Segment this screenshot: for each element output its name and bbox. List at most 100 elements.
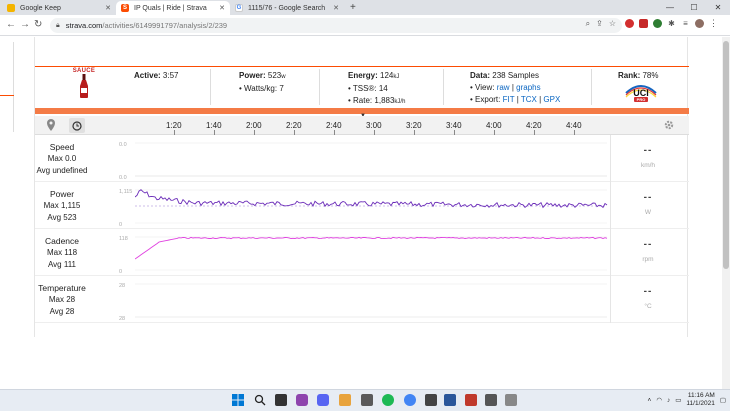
row-avg: Avg 111 [47, 260, 77, 269]
cadence-line [134, 236, 608, 260]
view-graphs-link[interactable]: graphs [516, 83, 540, 92]
wifi-icon[interactable]: ◠ [656, 396, 662, 404]
app-icon[interactable] [425, 394, 437, 406]
tab-google-search[interactable]: G 1115/76 - Google Search ✕ [230, 1, 344, 15]
clock-icon[interactable] [69, 118, 85, 133]
word-icon[interactable] [444, 394, 456, 406]
task-view-icon[interactable] [275, 394, 287, 406]
export-tcx-link[interactable]: TCX [521, 95, 537, 104]
rank-badge[interactable]: UCI PRO [623, 81, 659, 105]
strava-icon: S [121, 4, 129, 12]
windows-start-icon[interactable] [232, 394, 244, 406]
kebab-menu-icon[interactable]: ⋮ [709, 18, 718, 28]
chrome-icon[interactable] [404, 394, 416, 406]
power-line [134, 189, 608, 209]
tab-close-icon[interactable]: ✕ [333, 4, 339, 12]
back-arrow-icon[interactable]: ← [6, 19, 16, 30]
active-stat: Active: 3:57 [134, 70, 179, 106]
windows-taskbar: ˄ ◠ ♪ ▭ 11:16 AM 11/1/2021 ▢ [0, 389, 730, 411]
url-field[interactable]: 🔒︎ strava.com/activities/6149991797/anal… [50, 18, 622, 33]
metrics-graph[interactable] [134, 135, 611, 323]
power-unit: w [281, 74, 286, 80]
tab-title: Google Keep [20, 4, 61, 12]
acrobat-icon[interactable] [465, 394, 477, 406]
timeline-tick-label: 3:00 [366, 121, 382, 130]
uci-logo-sub: PRO [637, 97, 646, 102]
stats-header: SAUCE Active: 3:57 Power: 523w • Watts/k… [35, 67, 689, 108]
timeline-axis: 1:20 1:40 2:00 2:20 2:40 3:00 3:20 3:40 4:00 4:20… [35, 116, 689, 135]
current-value: -- W [613, 192, 683, 216]
close-window-button[interactable]: ✕ [706, 0, 730, 15]
tab-title: 1115/76 - Google Search [248, 4, 326, 12]
timeline-tick-label: 2:20 [286, 121, 302, 130]
tab-close-icon[interactable]: ✕ [105, 4, 111, 12]
tab-google-keep[interactable]: Google Keep ✕ [2, 1, 116, 15]
tab-strava[interactable]: S IP Quals | Ride | Strava ✕ [116, 1, 230, 15]
extension-adblock-icon[interactable] [639, 19, 648, 28]
app-icon[interactable] [361, 394, 373, 406]
page-scrollbar[interactable] [722, 37, 730, 389]
timeline-tick-label: 2:40 [326, 121, 342, 130]
sauce-logo[interactable]: SAUCE [69, 68, 99, 106]
axis-bottom: 0 [119, 222, 123, 228]
view-raw-link[interactable]: raw [497, 83, 510, 92]
avatar[interactable] [695, 19, 704, 28]
extension-red-icon[interactable] [625, 19, 634, 28]
export-fit-link[interactable]: FIT [503, 95, 515, 104]
teams-icon[interactable] [296, 394, 308, 406]
timeline-tick-label: 3:40 [446, 121, 462, 130]
search-icon[interactable] [254, 394, 266, 406]
value-dash: -- [643, 286, 653, 297]
forward-arrow-icon[interactable]: → [20, 19, 30, 30]
new-tab-button[interactable]: + [350, 2, 356, 13]
extensions-bar: ✱ ≡ ⋮ [625, 18, 718, 28]
rate-value: 1,883 [374, 96, 395, 105]
rank-label: Rank: [618, 71, 641, 80]
file-explorer-icon[interactable] [339, 394, 351, 406]
battery-icon[interactable]: ▭ [675, 396, 681, 404]
axis-top: 1,115 [119, 189, 133, 195]
power-value: 523 [267, 71, 282, 80]
energy-value: 124 [380, 71, 394, 80]
clock[interactable]: 11:16 AM 11/1/2021 [686, 392, 714, 408]
puzzle-icon[interactable]: ✱ [667, 19, 676, 28]
extension-green-icon[interactable] [653, 19, 662, 28]
row-max: Max 0.0 [47, 154, 77, 163]
notifications-icon[interactable]: ▢ [720, 396, 726, 404]
app-icon[interactable] [485, 394, 497, 406]
zoom-icon[interactable]: ⌕ [586, 19, 590, 29]
graph-area[interactable] [134, 135, 611, 323]
tss-value: 14 [378, 84, 388, 93]
scrollbar-thumb[interactable] [723, 41, 729, 269]
wkg-value: 7 [279, 84, 284, 93]
axis-bottom: 0 [119, 269, 123, 275]
active-value: 3:57 [162, 71, 179, 80]
row-name: Cadence [44, 236, 80, 246]
timeline-tick-label: 4:20 [526, 121, 542, 130]
current-value: -- km/h [613, 145, 683, 169]
rate-label: Rate: [353, 96, 373, 105]
clock-date: 11/1/2021 [686, 400, 715, 407]
axis-top: 118 [119, 236, 128, 242]
tab-close-icon[interactable]: ✕ [219, 4, 225, 12]
minimize-button[interactable]: — [658, 0, 682, 15]
row-max: Max 28 [48, 295, 76, 304]
share-icon[interactable]: ⇪ [596, 19, 603, 29]
address-bar: ← → ↻ 🔒︎ strava.com/activities/614999179… [0, 15, 730, 36]
bookmark-star-icon[interactable]: ☆ [609, 19, 616, 29]
discord-icon[interactable] [317, 394, 329, 406]
gear-icon[interactable] [663, 119, 675, 133]
row-avg: Avg undefined [36, 166, 88, 175]
system-tray: ˄ ◠ ♪ ▭ 11:16 AM 11/1/2021 ▢ [648, 392, 726, 408]
chevron-up-icon[interactable]: ˄ [648, 397, 652, 404]
speaker-icon[interactable]: ♪ [667, 397, 670, 404]
uci-badge-icon: UCI PRO [625, 85, 657, 102]
map-pin-icon[interactable] [47, 119, 55, 133]
spotify-icon[interactable] [382, 394, 394, 406]
maximize-button[interactable]: ☐ [682, 0, 706, 15]
power-stat: Power: 523w • Watts/kg: 7 [239, 71, 286, 93]
app-icon[interactable] [505, 394, 517, 406]
export-gpx-link[interactable]: GPX [543, 95, 560, 104]
bookmark-list-icon[interactable]: ≡ [681, 19, 690, 28]
reload-icon[interactable]: ↻ [34, 19, 42, 30]
